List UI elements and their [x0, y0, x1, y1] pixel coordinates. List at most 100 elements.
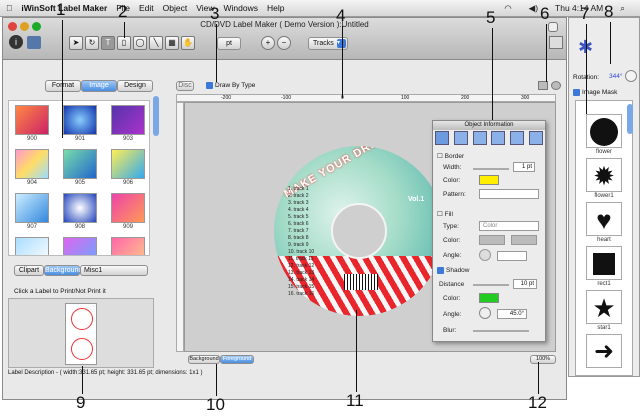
- line-tool-icon[interactable]: ╲: [149, 36, 163, 50]
- track-item[interactable]: 9. track 9: [288, 242, 309, 248]
- category-dropdown[interactable]: Misc1: [80, 265, 148, 276]
- thumb-905[interactable]: [63, 149, 97, 179]
- print-icon[interactable]: [549, 36, 563, 49]
- image-mask-checkbox[interactable]: Image Mask: [573, 89, 617, 96]
- distance-field[interactable]: 10 pt: [513, 279, 537, 289]
- mask-flower1[interactable]: ✹: [586, 158, 622, 192]
- tab-design[interactable]: Design: [117, 80, 153, 92]
- shadow-checkbox[interactable]: Shadow: [437, 267, 470, 274]
- thumb-907[interactable]: [15, 193, 49, 223]
- shadow-angle-field[interactable]: 45.0°: [497, 309, 527, 319]
- layers-icon[interactable]: [528, 131, 543, 145]
- track-item[interactable]: 12. track 12: [288, 263, 314, 269]
- track-item[interactable]: 10. track 10: [288, 249, 314, 255]
- tab-image[interactable]: Image: [81, 80, 117, 92]
- mask-heart[interactable]: ♥: [586, 202, 622, 236]
- hand-tool-icon[interactable]: ✋: [181, 36, 195, 50]
- label-circle[interactable]: [71, 308, 93, 330]
- fill-color-swatch[interactable]: [479, 235, 505, 245]
- apple-icon[interactable]: : [6, 3, 12, 13]
- tab-layer-foreground[interactable]: Foreground: [220, 355, 254, 364]
- shadow-color-swatch[interactable]: [479, 293, 499, 303]
- text-style-icon[interactable]: [491, 131, 506, 145]
- width-field[interactable]: 1 pt: [513, 162, 535, 172]
- track-item[interactable]: 13. track 13: [288, 270, 314, 276]
- fill-icon[interactable]: [453, 131, 468, 145]
- view-icon[interactable]: [538, 81, 548, 90]
- track-item[interactable]: 16. track 16: [288, 291, 314, 297]
- pattern-dropdown[interactable]: [479, 189, 539, 199]
- eye-icon[interactable]: [551, 81, 561, 90]
- distance-slider[interactable]: [473, 284, 509, 286]
- tab-format[interactable]: Format: [45, 80, 81, 92]
- width-slider[interactable]: [473, 168, 509, 170]
- thumb-908[interactable]: [63, 193, 97, 223]
- menu-windows[interactable]: Windows: [223, 3, 257, 13]
- track-item[interactable]: 11. track 11: [288, 256, 313, 262]
- thumb-911[interactable]: [63, 237, 97, 255]
- thumb-909[interactable]: [111, 193, 145, 223]
- fill-checkbox[interactable]: ☐ Fill: [437, 210, 453, 218]
- arrow-tool-icon[interactable]: ➤: [69, 36, 83, 50]
- mask-arrow[interactable]: ➜: [586, 334, 622, 368]
- track-item[interactable]: 2. track 2: [288, 193, 309, 199]
- shadow-icon[interactable]: [472, 131, 487, 145]
- draw-by-type[interactable]: Draw By Type: [206, 82, 255, 89]
- track-item[interactable]: 15. track 15: [288, 284, 314, 290]
- track-item[interactable]: 1. track 1: [288, 186, 309, 192]
- cd-volume[interactable]: Vol.1: [408, 196, 424, 203]
- rect-tool-icon[interactable]: ▯: [117, 36, 131, 50]
- menu-help[interactable]: Help: [267, 3, 284, 13]
- rotate-tool-icon[interactable]: ↻: [85, 36, 99, 50]
- shield-icon[interactable]: [27, 36, 41, 49]
- mask-scrollbar[interactable]: [627, 104, 633, 134]
- mask-rect1[interactable]: [586, 246, 622, 280]
- track-item[interactable]: 6. track 6: [288, 221, 309, 227]
- mask-star1[interactable]: ★: [586, 290, 622, 324]
- label-circle[interactable]: [71, 338, 93, 360]
- thumb-904[interactable]: [15, 149, 49, 179]
- ellipse-tool-icon[interactable]: ◯: [133, 36, 147, 50]
- zoom-out-icon[interactable]: −: [277, 36, 291, 50]
- zoom-dropdown[interactable]: 100%: [530, 355, 556, 364]
- align-icon[interactable]: [435, 131, 449, 145]
- arrange-icon[interactable]: [510, 131, 525, 145]
- track-item[interactable]: 7. track 7: [288, 228, 309, 234]
- rotation-value[interactable]: 344°: [609, 73, 622, 80]
- menu-edit[interactable]: Edit: [139, 3, 154, 13]
- rotation-dial[interactable]: [625, 70, 637, 82]
- disc-button[interactable]: Disc: [176, 81, 194, 91]
- track-item[interactable]: 4. track 4: [288, 207, 309, 213]
- unit-selector[interactable]: pt: [217, 37, 241, 50]
- volume-icon[interactable]: ◀): [529, 3, 538, 14]
- tab-clipart[interactable]: Clipart: [14, 265, 44, 276]
- image-tool-icon[interactable]: ▦: [165, 36, 179, 50]
- text-tool-icon[interactable]: T: [101, 36, 115, 50]
- fill-color2-swatch[interactable]: [511, 235, 537, 245]
- thumb-906[interactable]: [111, 149, 145, 179]
- wifi-icon[interactable]: ◠: [504, 3, 511, 14]
- border-checkbox[interactable]: ☐ Border: [437, 152, 464, 160]
- track-item[interactable]: 8. track 8: [288, 235, 309, 241]
- menu-object[interactable]: Object: [163, 3, 188, 13]
- blur-slider[interactable]: [473, 330, 529, 332]
- checkbox-checked-icon[interactable]: [206, 82, 213, 89]
- thumb-901[interactable]: [63, 105, 97, 135]
- border-color-swatch[interactable]: [479, 175, 499, 185]
- fill-angle-dial[interactable]: [479, 249, 491, 261]
- thumb-912[interactable]: [111, 237, 145, 255]
- zoom-in-icon[interactable]: +: [261, 36, 275, 50]
- thumb-903[interactable]: [111, 105, 145, 135]
- spotlight-icon[interactable]: ⌕: [620, 3, 625, 14]
- thumb-910[interactable]: [15, 237, 49, 255]
- track-item[interactable]: 5. track 5: [288, 214, 309, 220]
- tab-background[interactable]: Background: [44, 265, 82, 276]
- fill-type-dropdown[interactable]: Color: [479, 221, 539, 231]
- info-icon[interactable]: i: [9, 35, 23, 49]
- mask-flower[interactable]: [586, 114, 622, 148]
- thumb-900[interactable]: [15, 105, 49, 135]
- shadow-angle-dial[interactable]: [479, 307, 491, 319]
- barcode[interactable]: [344, 274, 378, 290]
- fill-angle-field[interactable]: [497, 251, 527, 261]
- label-sheet[interactable]: [65, 303, 97, 365]
